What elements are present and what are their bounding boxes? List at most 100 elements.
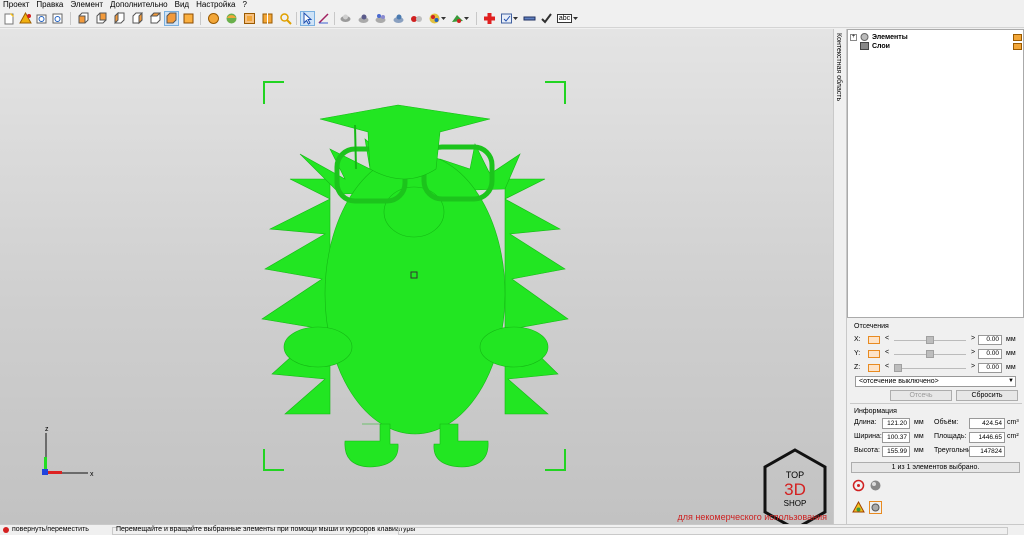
- 3d-viewport[interactable]: z x TOP 3D SHOP для некомерческого испол…: [0, 29, 833, 524]
- clip-y-thumb[interactable]: [926, 350, 934, 358]
- clip-x-increase[interactable]: >: [971, 335, 975, 342]
- text-dropdown-icon[interactable]: [572, 11, 579, 26]
- clip-z-thumb[interactable]: [894, 364, 902, 372]
- red-cross-icon[interactable]: [482, 11, 497, 26]
- info-title: Информация: [854, 408, 897, 415]
- context-area-tab[interactable]: Контекстная область: [833, 29, 847, 524]
- clip-x-decrease[interactable]: <: [885, 335, 889, 342]
- svg-text:3D: 3D: [784, 480, 806, 499]
- checkmark-icon[interactable]: [539, 11, 554, 26]
- clip-y-increase[interactable]: >: [971, 349, 975, 356]
- axes-gizmo: z x: [42, 427, 94, 478]
- status-mode: повернуть/переместить: [12, 526, 89, 533]
- view-back-icon[interactable]: [94, 11, 109, 26]
- palette-dropdown-icon[interactable]: [463, 11, 470, 26]
- clip-row-y: Y: < > 0.00 мм: [854, 349, 1016, 359]
- menu-element[interactable]: Элемент: [70, 0, 103, 9]
- clip-row-z: Z: < > 0.00 мм: [854, 363, 1016, 373]
- axis-x-label: x: [90, 471, 94, 478]
- sphere-icon[interactable]: [338, 11, 353, 26]
- clip-reset-button[interactable]: Сбросить: [956, 390, 1018, 401]
- status-hint: Перемещайте и вращайте выбранные элемент…: [116, 526, 416, 533]
- scale-icon[interactable]: [242, 11, 257, 26]
- settings-dropdown-icon[interactable]: [512, 11, 519, 26]
- target-icon[interactable]: [852, 479, 865, 492]
- context-area-label: Контекстная область: [835, 33, 842, 102]
- menu-view[interactable]: Вид: [175, 0, 189, 9]
- menu-help[interactable]: ?: [242, 0, 246, 9]
- clipping-section: Отсечения X: < > 0.00 мм Y: < > 0.00 мм …: [850, 318, 1022, 403]
- clip-z-increase[interactable]: >: [971, 363, 975, 370]
- height-value: 155.99: [882, 446, 910, 457]
- measure-icon[interactable]: [316, 11, 331, 26]
- clip-x-thumb[interactable]: [926, 336, 934, 344]
- menu-project[interactable]: Проект: [3, 0, 29, 9]
- move-icon[interactable]: [206, 11, 221, 26]
- select-arrow-icon[interactable]: [300, 11, 315, 26]
- length-value: 121.20: [882, 418, 910, 429]
- menu-extra[interactable]: Дополнительно: [110, 0, 168, 9]
- shading-icon[interactable]: [356, 11, 371, 26]
- clip-z-input[interactable]: 0.00: [978, 363, 1002, 373]
- clip-y-toggle[interactable]: [868, 350, 880, 358]
- light-icon[interactable]: [391, 11, 406, 26]
- clip-z-decrease[interactable]: <: [885, 363, 889, 370]
- add-element-icon[interactable]: [18, 11, 33, 26]
- view-top-icon[interactable]: [148, 11, 163, 26]
- open-icon[interactable]: [34, 11, 49, 26]
- save-icon[interactable]: [50, 11, 65, 26]
- minus-icon[interactable]: [522, 11, 537, 26]
- menu-edit[interactable]: Правка: [36, 0, 63, 9]
- view-iso-icon[interactable]: [181, 11, 196, 26]
- toolbar: abc: [0, 9, 1024, 28]
- clipping-mode-select[interactable]: <отсечение выключено> ▼: [855, 376, 1016, 387]
- folder-action-icon[interactable]: [1013, 33, 1022, 41]
- rotate-icon[interactable]: [224, 11, 239, 26]
- element-tree: + Элементы Слои: [847, 29, 1024, 318]
- layers-icon: [860, 42, 869, 50]
- volume-value: 424.54: [969, 418, 1005, 429]
- mirror-icon[interactable]: [260, 11, 275, 26]
- width-value: 100.37: [882, 432, 910, 443]
- clip-apply-button[interactable]: Отсечь: [890, 390, 952, 401]
- hedgehog-model[interactable]: [0, 29, 833, 524]
- menu-bar: Проект Правка Элемент Дополнительно Вид …: [0, 0, 1024, 9]
- menu-settings[interactable]: Настройка: [196, 0, 235, 9]
- info-row-1: Длина: 121.20 мм Объём: 424.54 cm³: [854, 418, 1019, 429]
- wire-icon[interactable]: [373, 11, 388, 26]
- elements-icon: [860, 33, 869, 41]
- clip-x-toggle[interactable]: [868, 336, 880, 344]
- preview-icon[interactable]: [869, 501, 882, 514]
- status-bar: повернуть/переместить Перемещайте и вращ…: [0, 524, 1024, 535]
- info-row-2: Ширина: 100.37 мм Площадь: 1446.65 cm²: [854, 432, 1019, 443]
- view-left-icon[interactable]: [112, 11, 127, 26]
- clip-y-decrease[interactable]: <: [885, 349, 889, 356]
- status-indicator-icon: [3, 527, 9, 533]
- watermark-text: для некомерческого использования: [677, 512, 827, 522]
- view-right-icon[interactable]: [130, 11, 145, 26]
- sphere-view-icon[interactable]: [869, 479, 882, 492]
- folder-action-icon[interactable]: [1013, 42, 1022, 50]
- clip-z-toggle[interactable]: [868, 364, 880, 372]
- new-project-icon[interactable]: [2, 11, 17, 26]
- expand-icon[interactable]: +: [850, 33, 857, 41]
- tree-item-layers[interactable]: Слои: [850, 41, 1022, 51]
- clip-z-slider[interactable]: [894, 368, 966, 369]
- zoom-icon[interactable]: [278, 11, 293, 26]
- color-balls-icon[interactable]: [409, 11, 424, 26]
- view-front-icon[interactable]: [76, 11, 91, 26]
- selection-count: 1 из 1 элементов выбрано.: [851, 462, 1020, 473]
- info-section: Информация Длина: 121.20 мм Объём: 424.5…: [850, 403, 1022, 461]
- svg-text:TOP: TOP: [786, 470, 804, 480]
- info-row-3: Высота: 155.99 мм Треугольники 147824: [854, 446, 1018, 457]
- svg-text:SHOP: SHOP: [784, 499, 807, 508]
- clipping-title: Отсечения: [854, 323, 889, 330]
- text-abc-icon[interactable]: abc: [556, 11, 573, 26]
- view-perspective-icon[interactable]: [164, 11, 179, 26]
- clip-y-input[interactable]: 0.00: [978, 349, 1002, 359]
- warning-icon[interactable]: [852, 501, 865, 514]
- render-dropdown-icon[interactable]: [440, 11, 447, 26]
- chevron-down-icon: ▼: [1008, 378, 1014, 384]
- clip-row-x: X: < > 0.00 мм: [854, 335, 1016, 345]
- clip-x-input[interactable]: 0.00: [978, 335, 1002, 345]
